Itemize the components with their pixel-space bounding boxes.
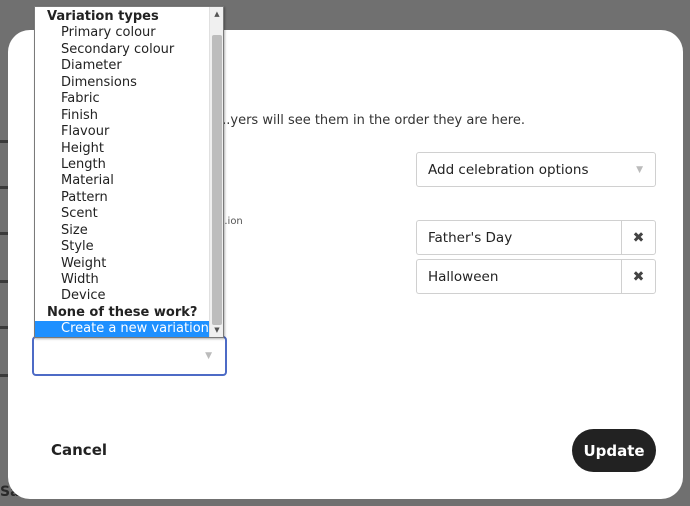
scrollbar-thumb[interactable]	[212, 35, 222, 325]
variation-type-select[interactable]: ▼	[32, 336, 227, 376]
dropdown-option[interactable]: Length	[35, 157, 209, 173]
update-button[interactable]: Update	[572, 429, 656, 472]
dropdown-option[interactable]: Height	[35, 141, 209, 157]
dropdown-option[interactable]: Pattern	[35, 190, 209, 206]
dropdown-option[interactable]: Diameter	[35, 58, 209, 74]
background-fragment	[0, 186, 8, 189]
dropdown-group-label: Variation types	[47, 9, 159, 24]
dropdown-group-label: None of these work?	[47, 304, 198, 320]
celebration-select-value: Add celebration options	[428, 162, 589, 178]
scroll-down-icon[interactable]: ▼	[210, 323, 223, 337]
remove-option-button[interactable]: ✖	[621, 220, 656, 255]
dropdown-option[interactable]: Size	[35, 223, 209, 239]
option-value-field[interactable]: Halloween	[416, 259, 622, 294]
background-fragment	[0, 232, 8, 235]
scroll-up-icon[interactable]: ▲	[210, 7, 223, 21]
dropdown-list: Variation types Primary colour Secondary c…	[35, 9, 209, 337]
dropdown-option[interactable]: Device	[35, 288, 209, 304]
dropdown-option[interactable]: Material	[35, 173, 209, 189]
dropdown-option[interactable]: Width	[35, 272, 209, 288]
background-fragment	[0, 374, 8, 377]
close-icon: ✖	[632, 268, 645, 285]
dropdown-option[interactable]: Flavour	[35, 124, 209, 140]
dropdown-option[interactable]: Secondary colour	[35, 42, 209, 58]
dropdown-option[interactable]: Create a new variation	[35, 321, 209, 337]
remove-option-button[interactable]: ✖	[621, 259, 656, 294]
dropdown-scrollbar[interactable]: ▲ ▼	[209, 7, 223, 337]
celebration-options-select[interactable]: Add celebration options ▼	[416, 152, 656, 187]
option-value-field[interactable]: Father's Day	[416, 220, 622, 255]
chevron-down-icon: ▼	[636, 165, 643, 175]
dropdown-option[interactable]: Finish	[35, 108, 209, 124]
option-label: Father's Day	[428, 230, 513, 246]
variation-type-dropdown: Variation types Primary colour Secondary c…	[34, 6, 224, 338]
cancel-button[interactable]: Cancel	[51, 441, 107, 459]
background-fragment	[0, 326, 8, 329]
option-row: Father's Day ✖	[416, 220, 656, 255]
dropdown-option[interactable]: Primary colour	[35, 25, 209, 41]
dropdown-option[interactable]: Fabric	[35, 91, 209, 107]
dropdown-option[interactable]: Weight	[35, 256, 209, 272]
background-fragment	[0, 140, 8, 143]
option-row: Halloween ✖	[416, 259, 656, 294]
dropdown-option[interactable]: Scent	[35, 206, 209, 222]
dropdown-option[interactable]: Style	[35, 239, 209, 255]
dropdown-option[interactable]: Dimensions	[35, 75, 209, 91]
close-icon: ✖	[632, 229, 645, 246]
option-label: Halloween	[428, 269, 499, 285]
background-fragment	[0, 280, 8, 283]
chevron-down-icon: ▼	[205, 351, 212, 361]
modal-description: ...yers will see them in the order they …	[218, 113, 525, 128]
